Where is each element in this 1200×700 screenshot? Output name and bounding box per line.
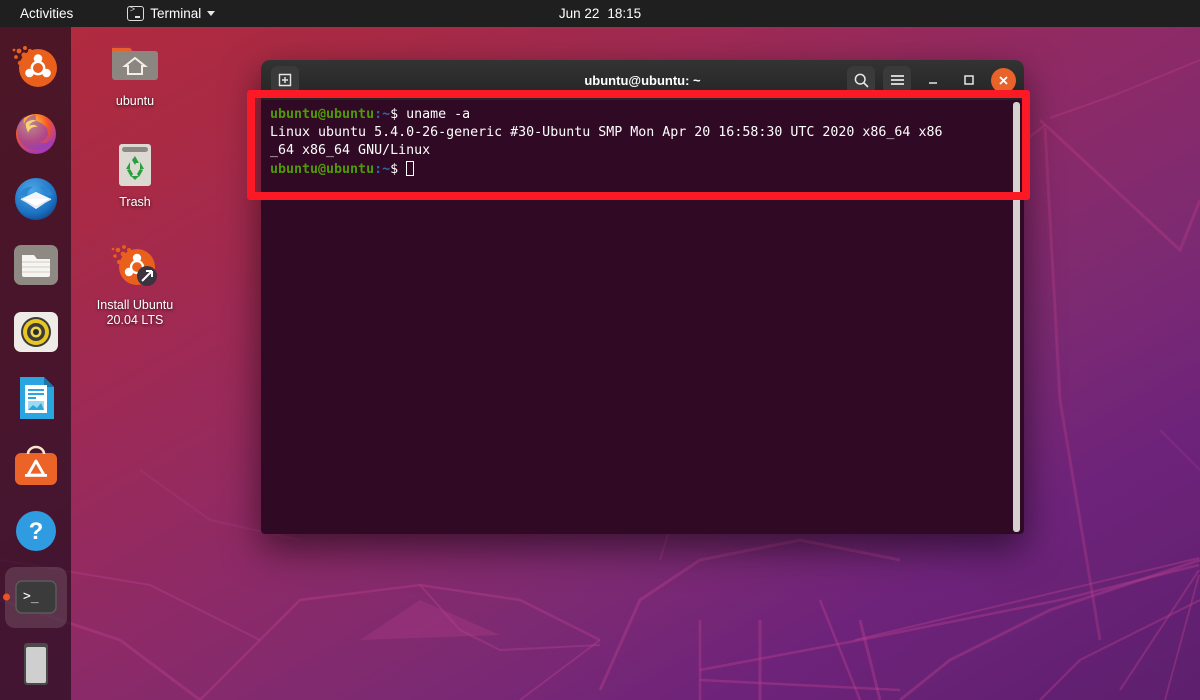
- dock-item-ubuntu-software-store-launcher[interactable]: [5, 434, 67, 494]
- minimize-icon: [926, 73, 940, 87]
- hamburger-menu-icon: [889, 73, 906, 87]
- dock-item-ubuntu-software-launcher[interactable]: [5, 36, 67, 96]
- terminal-command: uname -a: [406, 107, 470, 122]
- desktop-icon-trash[interactable]: Trash: [80, 135, 190, 210]
- desktop-icon-label-2: 20.04 LTS: [80, 313, 190, 328]
- search-button[interactable]: [847, 66, 875, 94]
- clock-button[interactable]: Jun 22 18:15: [559, 6, 641, 21]
- terminal-cursor: [406, 161, 414, 176]
- close-icon: [997, 74, 1010, 87]
- trash-icon: [80, 135, 190, 191]
- maximize-button[interactable]: [955, 66, 983, 94]
- prompt-symbol: $: [390, 107, 406, 122]
- terminal-window[interactable]: ubuntu@ubuntu: ~: [261, 60, 1024, 534]
- folder-icon: [12, 241, 60, 289]
- app-menu-label: Terminal: [150, 6, 201, 21]
- grid-apps-icon: [12, 640, 60, 688]
- minimize-button[interactable]: [919, 66, 947, 94]
- terminal-output-line-1: Linux ubuntu 5.4.0-26-generic #30-Ubuntu…: [270, 125, 942, 140]
- app-menu-terminal[interactable]: Terminal: [121, 4, 221, 23]
- desktop-icon-label: ubuntu: [80, 94, 190, 109]
- close-button[interactable]: [991, 68, 1016, 93]
- clock-time: 18:15: [607, 6, 641, 21]
- question-mark-icon: ?: [12, 507, 60, 555]
- top-panel: Activities Terminal Jun 22 18:15: [0, 0, 1200, 27]
- terminal-titlebar[interactable]: ubuntu@ubuntu: ~: [261, 60, 1024, 101]
- prompt-user-2: ubuntu@ubuntu: [270, 162, 374, 177]
- terminal-output-line-2: _64 x86_64 GNU/Linux: [270, 143, 430, 158]
- ubuntu-installer-icon: [80, 238, 190, 294]
- dock-item-libreoffice-writer-launcher[interactable]: [5, 368, 67, 428]
- prompt-user: ubuntu@ubuntu: [270, 107, 374, 122]
- terminal-body[interactable]: ubuntu@ubuntu:~$ uname -a Linux ubuntu 5…: [261, 100, 1024, 534]
- maximize-icon: [962, 73, 976, 87]
- clock-date: Jun 22: [559, 6, 600, 21]
- new-tab-icon: [277, 72, 293, 88]
- dock-item-show-applications[interactable]: [5, 634, 67, 694]
- dock-item-files-launcher[interactable]: [5, 235, 67, 295]
- prompt-path-2: :~: [374, 162, 390, 177]
- speaker-icon: [12, 308, 60, 356]
- svg-text:?: ?: [28, 518, 43, 545]
- desktop-icon-home-folder[interactable]: ubuntu: [80, 34, 190, 109]
- search-icon: [853, 72, 870, 89]
- prompt-path: :~: [374, 107, 390, 122]
- favorites-dock: ? >_: [0, 27, 71, 700]
- dock-item-rhythmbox-launcher[interactable]: [5, 302, 67, 362]
- dock-item-firefox-launcher[interactable]: [5, 102, 67, 162]
- firefox-icon: [12, 109, 60, 157]
- desktop-icon-label: Trash: [80, 195, 190, 210]
- activities-button[interactable]: Activities: [12, 4, 81, 23]
- svg-text:>_: >_: [23, 589, 39, 604]
- terminal-output: ubuntu@ubuntu:~$ uname -a Linux ubuntu 5…: [261, 100, 1024, 179]
- software-bag-icon: [12, 441, 60, 489]
- document-icon: [12, 374, 60, 422]
- terminal-icon: [127, 6, 144, 21]
- terminal-scrollbar[interactable]: [1013, 102, 1020, 532]
- new-tab-button[interactable]: [271, 66, 299, 94]
- thunderbird-icon: [12, 175, 60, 223]
- dock-item-thunderbird-launcher[interactable]: [5, 169, 67, 229]
- desktop-icon-install-ubuntu[interactable]: Install Ubuntu 20.04 LTS: [80, 238, 190, 328]
- dock-item-terminal-launcher[interactable]: >_: [5, 567, 67, 627]
- home-folder-icon: [80, 34, 190, 90]
- chevron-down-icon: [207, 11, 215, 16]
- terminal-icon: >_: [12, 573, 60, 621]
- prompt-symbol-2: $: [390, 162, 406, 177]
- menu-button[interactable]: [883, 66, 911, 94]
- ubuntu-logo-icon: [12, 42, 60, 90]
- desktop-icon-label: Install Ubuntu: [80, 298, 190, 313]
- dock-item-help-launcher[interactable]: ?: [5, 501, 67, 561]
